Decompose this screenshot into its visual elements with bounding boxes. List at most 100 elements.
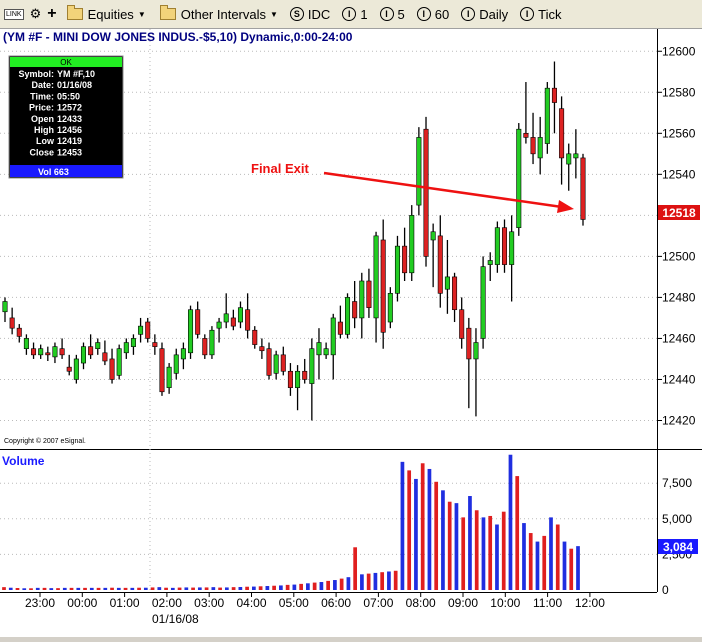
candle-body — [123, 342, 129, 354]
price-tick-label: 12480 — [662, 290, 696, 304]
candle-body — [352, 301, 358, 319]
volume-bar — [333, 580, 337, 590]
candle-body — [180, 348, 186, 360]
time-tick-label: 11:00 — [533, 596, 562, 610]
price-tick-label: 12560 — [662, 126, 696, 140]
volume-bar — [35, 587, 40, 590]
volume-bar — [339, 578, 344, 590]
candle-body — [316, 342, 322, 356]
candle-body — [38, 348, 44, 356]
candle-body — [88, 346, 94, 356]
volume-bar — [326, 580, 330, 590]
interval-daily-button[interactable]: I Daily — [461, 7, 508, 22]
volume-bar — [346, 577, 351, 590]
candle-body — [45, 352, 51, 356]
candle-body — [566, 153, 572, 165]
candle-body — [309, 348, 315, 384]
volume-bar — [434, 481, 439, 590]
candle-body — [259, 346, 265, 352]
candle-body — [116, 348, 122, 376]
volume-bar — [191, 587, 195, 590]
volume-tick-label: 5,000 — [662, 512, 692, 526]
interval-1-button[interactable]: I 1 — [342, 7, 368, 22]
volume-bar — [177, 587, 182, 590]
volume-bar — [414, 478, 418, 590]
volume-bar — [103, 587, 108, 590]
interval-60-label: 60 — [434, 6, 450, 22]
volume-bar — [265, 586, 270, 590]
volume-bar — [522, 523, 526, 590]
other-intervals-dropdown[interactable]: Other Intervals ▼ — [159, 5, 278, 22]
volume-bar — [461, 517, 466, 590]
candle-body — [487, 260, 493, 265]
interval-tick-button[interactable]: I Tick — [520, 6, 562, 22]
interval-tick-label: Tick — [538, 6, 562, 22]
volume-bar — [96, 587, 101, 590]
candle-body — [430, 231, 436, 241]
candle-body — [409, 215, 415, 274]
last-price-label: 12518 — [662, 206, 696, 220]
volume-bar — [49, 588, 54, 590]
candle-body — [223, 313, 229, 323]
volume-bar — [447, 501, 452, 590]
settings-button[interactable]: ⚙ — [30, 6, 42, 22]
add-button[interactable]: + — [47, 5, 56, 23]
candle-body — [394, 245, 400, 294]
equities-dropdown[interactable]: Equities ▼ — [66, 5, 146, 22]
time-tick-label: 00:00 — [67, 596, 97, 610]
volume-bar — [164, 587, 168, 590]
candle-body — [402, 245, 408, 274]
info-box-key: Close — [29, 147, 54, 157]
volume-bar — [576, 546, 580, 590]
volume-bar — [481, 517, 486, 590]
final-exit-label: Final Exit — [251, 161, 309, 176]
gear-icon: ⚙ — [29, 6, 42, 21]
volume-bar — [272, 585, 276, 590]
chart-svg[interactable]: 1242012440124601248012500125201254012560… — [0, 29, 702, 637]
volume-bar — [501, 511, 506, 590]
info-box-key: Open — [31, 114, 54, 124]
volume-bar — [238, 587, 243, 590]
chart-window[interactable]: 1242012440124601248012500125201254012560… — [0, 29, 702, 637]
interval-5-button[interactable]: I 5 — [379, 7, 405, 22]
interval-icon: I — [416, 7, 431, 21]
interval-icon: I — [520, 7, 535, 21]
candle-body — [544, 87, 550, 144]
info-box-value: 12453 — [57, 147, 82, 157]
volume-bar — [22, 588, 27, 590]
interval-60-button[interactable]: I 60 — [416, 6, 450, 22]
volume-bar — [143, 587, 148, 590]
volume-bar — [542, 535, 547, 590]
copyright-label: Copyright © 2007 eSignal. — [4, 437, 86, 445]
volume-bar — [387, 571, 391, 590]
volume-bar — [8, 587, 13, 590]
candle-body — [80, 346, 87, 364]
candle-body — [16, 327, 22, 337]
price-tick-label: 12580 — [662, 85, 696, 99]
candle-body — [423, 128, 429, 257]
candle-body — [138, 325, 144, 335]
info-box-value: 12433 — [57, 114, 82, 124]
time-tick-label: 08:00 — [406, 596, 436, 610]
volume-title: Volume — [2, 454, 45, 468]
idc-button[interactable]: S IDC — [289, 6, 331, 22]
volume-bar — [299, 583, 303, 590]
volume-bar — [366, 573, 371, 590]
volume-bar — [245, 586, 249, 590]
idc-label: IDC — [307, 6, 331, 22]
date-label: 01/16/08 — [152, 612, 199, 626]
volume-bar — [211, 587, 216, 590]
candle-body — [266, 348, 272, 376]
info-box-value: YM #F,10 — [57, 69, 95, 79]
volume-bar — [76, 587, 81, 590]
chevron-down-icon: ▼ — [137, 9, 146, 19]
time-tick-label: 12:00 — [575, 596, 605, 610]
time-tick-label: 10:00 — [490, 596, 520, 610]
candle-body — [459, 309, 465, 339]
link-button[interactable]: LINK — [4, 8, 24, 20]
candle-body — [188, 309, 194, 354]
volume-bar — [441, 490, 445, 590]
candle-body — [373, 235, 379, 319]
volume-bar — [488, 515, 493, 590]
candle-body — [130, 338, 136, 347]
